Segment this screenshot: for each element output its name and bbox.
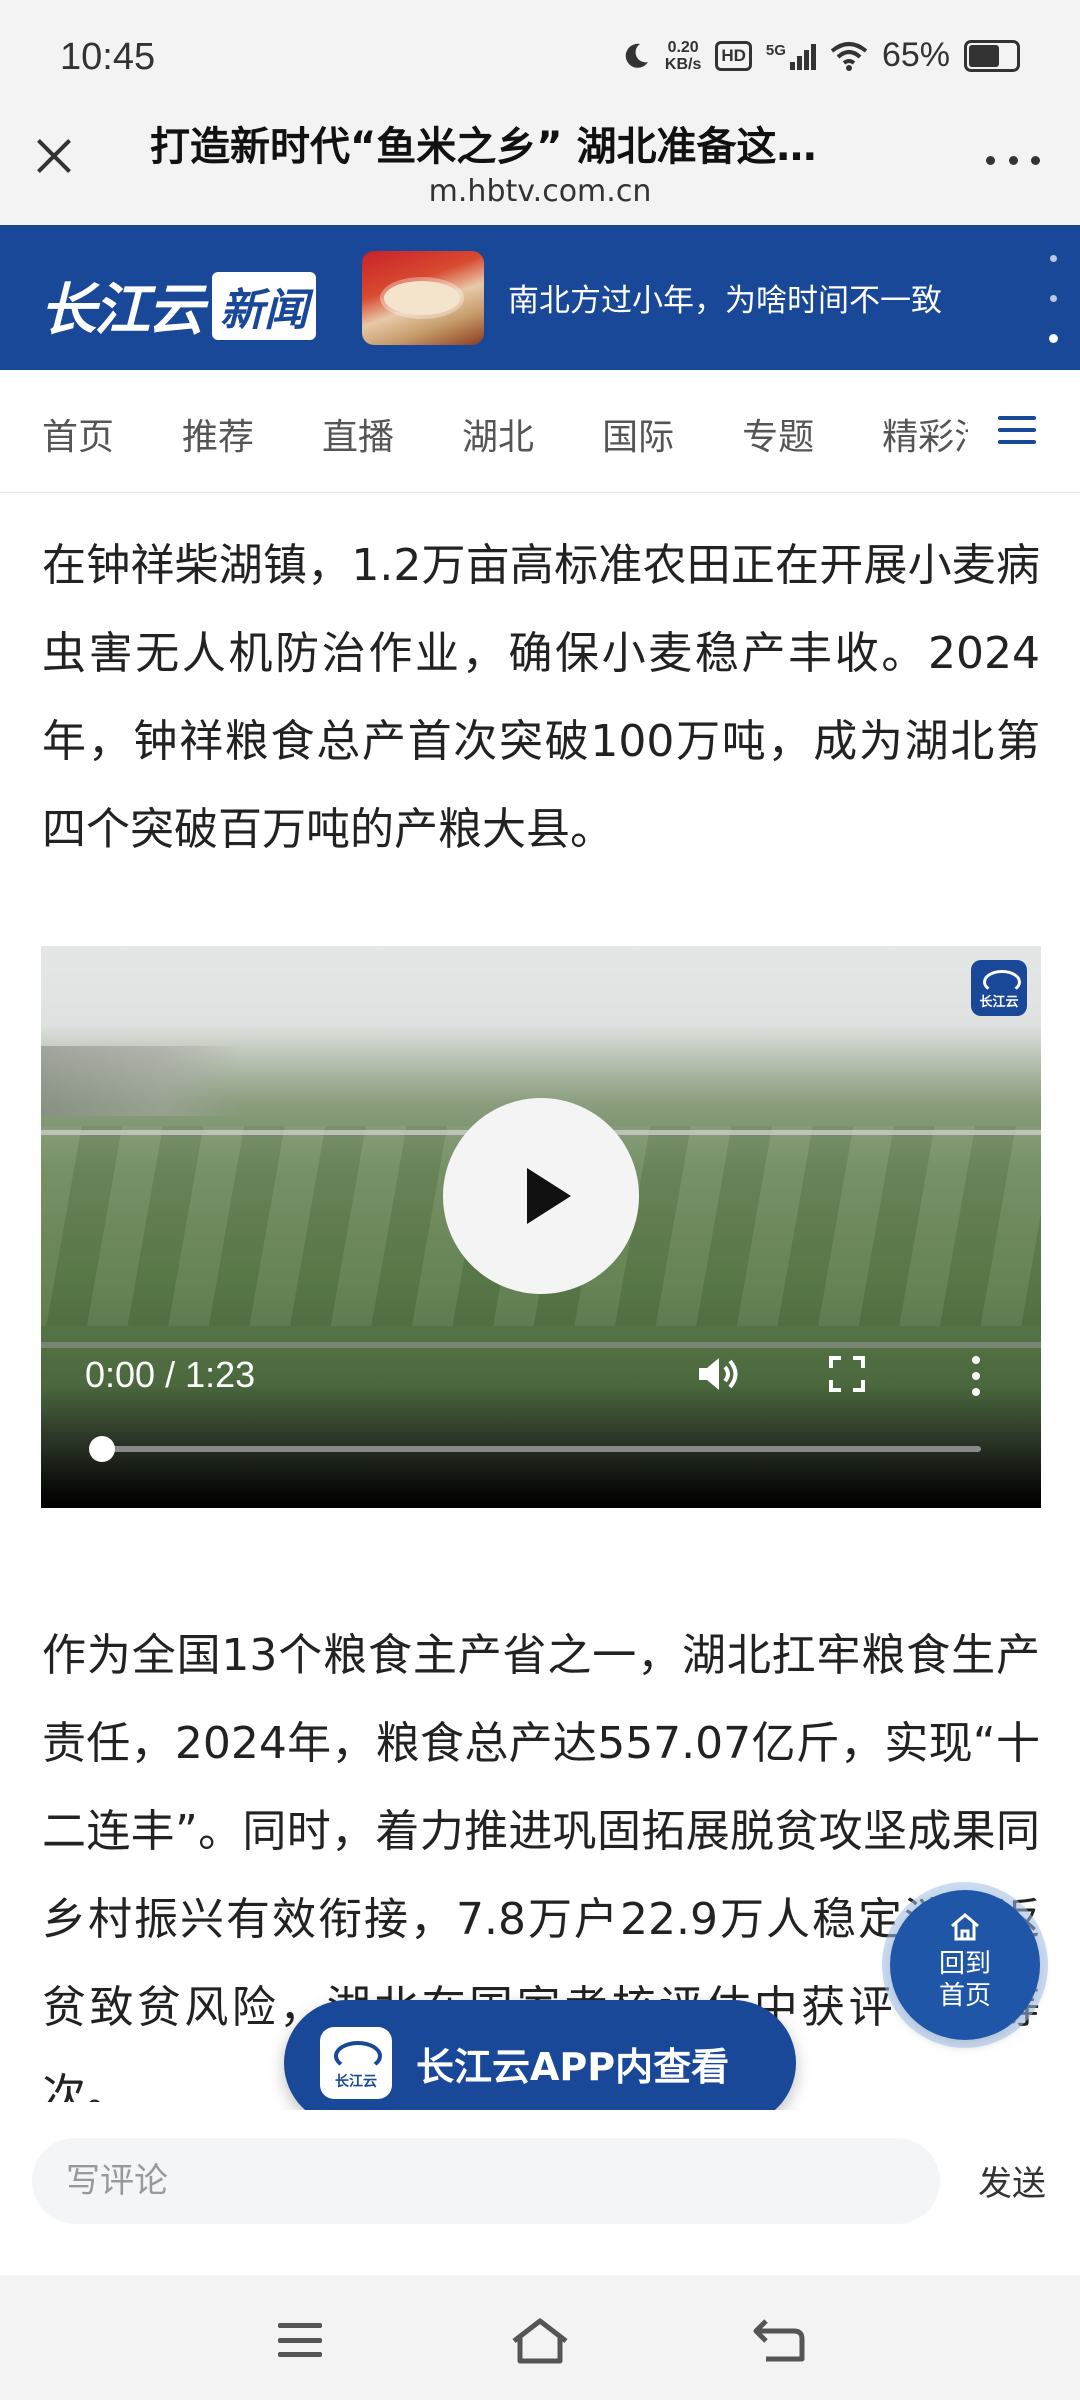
home-nav-icon[interactable] [510,2317,570,2365]
open-in-app-button[interactable]: 长江云 长江云APP内查看 [284,2000,796,2126]
article-paragraph: 在钟祥柴湖镇，1.2万亩高标准农田正在开展小麦病虫害无人机防治作业，确保小麦稳产… [42,540,1040,855]
app-logo-icon: 长江云 [320,2027,392,2099]
app-logo: 长江云 新闻 [40,265,316,346]
status-icons: 0.20 KB/s HD 5G 65% [621,36,1020,75]
open-in-app-label: 长江云APP内查看 [416,2044,730,2089]
video-time: 0:00 / 1:23 [85,1354,256,1395]
page-url: m.hbtv.com.cn [428,174,652,209]
comment-input[interactable] [32,2138,940,2224]
video-watermark-logo: 长江云 [971,960,1027,1016]
back-icon[interactable] [752,2317,806,2363]
signal-icon: 5G [766,42,816,70]
vertical-dots-icon[interactable] [1048,255,1058,343]
recent-apps-icon[interactable] [278,2323,322,2357]
video-more-icon[interactable] [971,1356,981,1396]
home-icon [951,1913,979,1941]
tab-home[interactable]: 首页 [42,408,114,460]
system-nav-bar [0,2275,1080,2400]
wifi-icon [830,41,868,71]
video-progress-bar[interactable] [89,1436,981,1462]
nav-tabs: 首页 推荐 直播 湖北 国际 专题 精彩活 [42,408,968,460]
fullscreen-icon[interactable] [829,1356,865,1392]
play-button[interactable] [443,1098,639,1294]
status-time: 10:45 [60,36,156,78]
video-player[interactable]: 长江云 0:00 / 1:23 [41,946,1041,1508]
more-options-icon[interactable] [986,156,1040,168]
banner-headline[interactable]: 南北方过小年，为啥时间不一致 [508,275,942,320]
moon-icon [625,43,648,68]
banner-thumbnail[interactable] [362,251,484,345]
channel-nav: 首页 推荐 直播 湖北 国际 专题 精彩活 [0,370,1080,493]
volume-icon[interactable] [695,1354,745,1394]
browser-header: 打造新时代“鱼米之乡” 湖北准备这… m.hbtv.com.cn [0,100,1080,225]
hd-icon: HD [715,40,752,71]
back-to-home-button[interactable]: 回到 首页 [890,1890,1040,2040]
tab-hubei[interactable]: 湖北 [462,408,534,460]
page-title: 打造新时代“鱼米之乡” 湖北准备这… [150,124,817,170]
app-banner[interactable]: 长江云 新闻 南北方过小年，为啥时间不一致 [0,225,1080,370]
progress-knob[interactable] [89,1436,115,1462]
net-speed: 0.20 KB/s [664,38,702,73]
tab-live[interactable]: 直播 [322,408,394,460]
send-button[interactable]: 发送 [978,2156,1046,2205]
menu-icon[interactable] [998,416,1036,444]
battery-percent: 65% [881,36,950,74]
tab-events[interactable]: 精彩活 [882,408,968,460]
tab-international[interactable]: 国际 [602,408,674,460]
tab-recommend[interactable]: 推荐 [182,408,254,460]
battery-icon [964,39,1020,72]
comment-bar: 发送 [0,2110,1080,2275]
tab-topics[interactable]: 专题 [742,408,814,460]
